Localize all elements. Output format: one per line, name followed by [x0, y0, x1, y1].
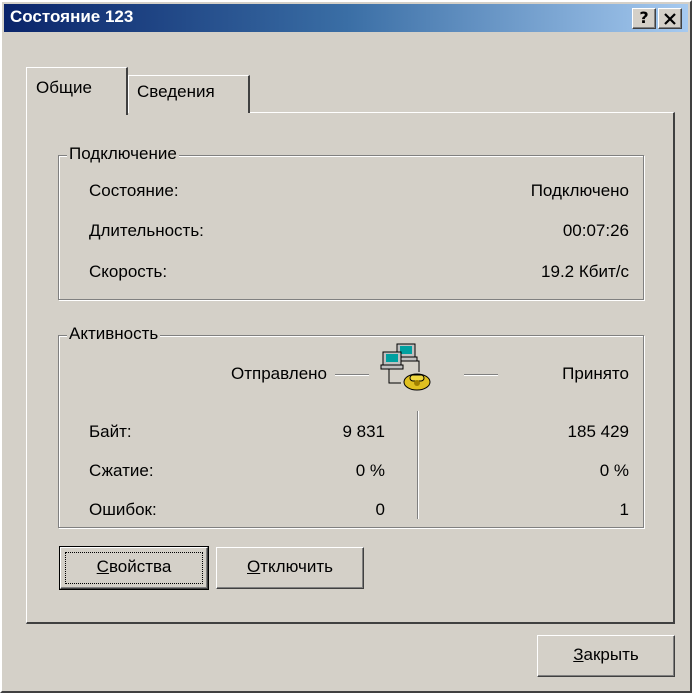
- tab-details-label: Сведения: [137, 82, 215, 101]
- tab-general-label: Общие: [36, 78, 92, 97]
- close-icon: [664, 13, 676, 25]
- sent-connector-line: [335, 374, 369, 376]
- state-label: Состояние:: [89, 181, 179, 200]
- activity-group: Активность Отправлено Принято Байт: 9 83…: [58, 324, 644, 528]
- duration-label: Длительность:: [89, 221, 204, 240]
- bytes-received-value: 185 429: [567, 422, 629, 441]
- tab-details[interactable]: Сведения: [128, 75, 250, 113]
- received-connector-line: [464, 374, 498, 376]
- status-dialog: Состояние 123 ? Сведения Подключение Сос…: [0, 0, 692, 693]
- received-label: Принято: [562, 364, 629, 383]
- close-window-button[interactable]: [658, 8, 682, 29]
- compression-received-value: 0 %: [599, 461, 629, 480]
- errors-received-value: 1: [619, 500, 629, 519]
- properties-button[interactable]: Свойства: [59, 546, 209, 590]
- errors-sent-value: 0: [375, 500, 385, 519]
- state-value: Подключено: [530, 181, 629, 200]
- compression-label: Сжатие:: [89, 461, 154, 480]
- errors-label: Ошибок:: [89, 500, 157, 519]
- bytes-sent-value: 9 831: [342, 422, 385, 441]
- speed-value: 19.2 Кбит/с: [541, 262, 629, 281]
- sent-label: Отправлено: [231, 364, 327, 383]
- tab-panel-general: Подключение Состояние: Подключено Длител…: [26, 112, 675, 624]
- speed-label: Скорость:: [89, 262, 168, 281]
- close-button[interactable]: Закрыть: [537, 635, 675, 677]
- network-computers-phone-icon: [375, 342, 435, 394]
- window-title: Состояние 123: [10, 7, 134, 26]
- connection-group: Подключение Состояние: Подключено Длител…: [58, 144, 644, 300]
- disconnect-button[interactable]: Отключить: [216, 547, 364, 589]
- bytes-label: Байт:: [89, 422, 132, 441]
- connection-legend: Подключение: [67, 144, 179, 164]
- help-button[interactable]: ?: [632, 8, 656, 29]
- activity-legend: Активность: [67, 324, 161, 344]
- activity-divider: [417, 411, 419, 519]
- title-bar[interactable]: Состояние 123 ?: [4, 4, 688, 32]
- tab-general[interactable]: Общие: [26, 67, 128, 115]
- compression-sent-value: 0 %: [355, 461, 385, 480]
- duration-value: 00:07:26: [562, 221, 629, 240]
